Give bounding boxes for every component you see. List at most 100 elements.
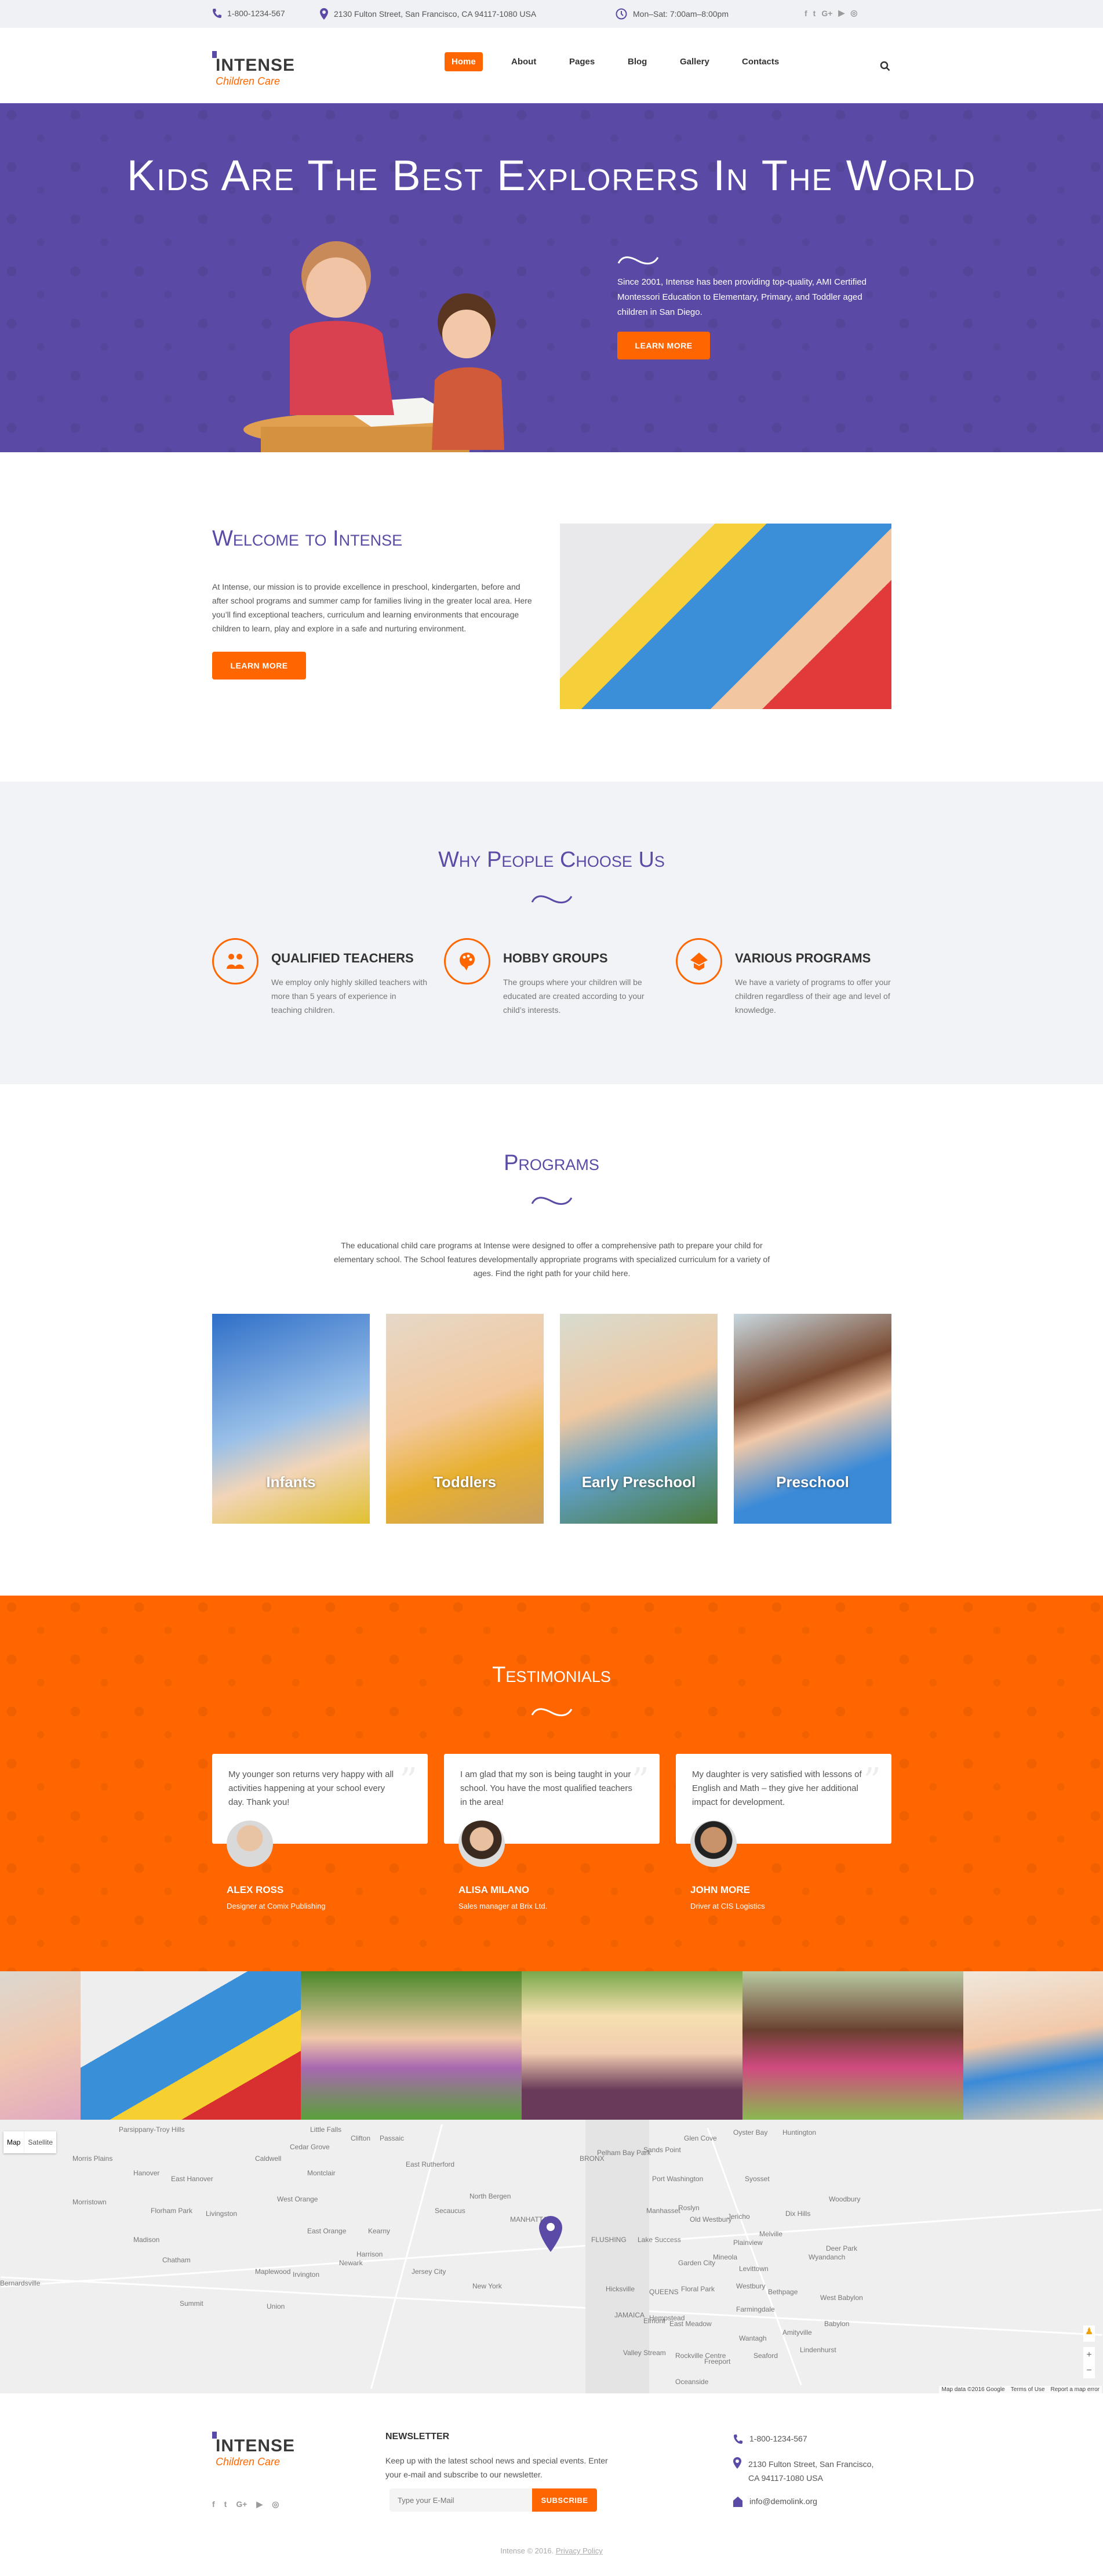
privacy-policy-link[interactable]: Privacy Policy (556, 2546, 603, 2555)
testimonial-name: JOHN MORE (690, 1884, 750, 1895)
map-place-label: New York (472, 2282, 502, 2290)
gallery-photo[interactable] (742, 1971, 963, 2120)
map-type-map[interactable]: Map (3, 2131, 24, 2153)
map[interactable]: Parsippany-Troy Hills Little Falls Clifton… (0, 2120, 1103, 2393)
footer-logo[interactable]: INTENSE Children Care (212, 2432, 295, 2468)
map-type-satellite[interactable]: Satellite (24, 2131, 56, 2153)
topbar-phone: 1-800-1234-567 (212, 8, 285, 19)
map-place-label: Freeport (704, 2357, 731, 2366)
nav-contacts[interactable]: Contacts (742, 57, 779, 67)
footer-social-links: f t G+ ▶ ◎ (212, 2499, 279, 2509)
map-place-label: North Bergen (469, 2192, 511, 2200)
facebook-icon[interactable]: f (805, 9, 807, 18)
program-card-preschool[interactable]: Preschool (734, 1314, 891, 1524)
report-error-link[interactable]: Report a map error (1051, 2386, 1100, 2393)
program-card-early-preschool[interactable]: Early Preschool (560, 1314, 718, 1524)
testimonial-role: Driver at CIS Logistics (690, 1902, 765, 1910)
avatar (690, 1821, 737, 1867)
nav-blog[interactable]: Blog (628, 57, 647, 67)
subscribe-button[interactable]: SUBSCRIBE (532, 2488, 597, 2512)
avatar (227, 1821, 273, 1867)
street-view-pegman-icon[interactable]: ♟ (1083, 2326, 1095, 2342)
testimonial-role: Sales manager at Brix Ltd. (458, 1902, 548, 1910)
hero-section: Kids Are The Best Explorers In The World… (0, 103, 1103, 452)
welcome-learn-more-button[interactable]: LEARN MORE (212, 652, 306, 680)
map-place-label: Montclair (307, 2169, 336, 2177)
zoom-in-button[interactable]: + (1083, 2347, 1095, 2363)
topbar-address: 2130 Fulton Street, San Francisco, CA 94… (320, 8, 536, 20)
map-place-label: Kearny (368, 2227, 391, 2235)
why-title: Why People Choose Us (438, 848, 665, 872)
map-marker-icon[interactable] (539, 2216, 562, 2252)
map-place-label: FLUSHING (591, 2236, 627, 2244)
map-place-label: Newark (339, 2259, 363, 2267)
gallery-photo[interactable] (522, 1971, 742, 2120)
google-plus-icon[interactable]: G+ (236, 2499, 247, 2509)
email-input[interactable] (389, 2488, 532, 2512)
map-place-label: East Hanover (171, 2175, 213, 2183)
logo[interactable]: INTENSE Children Care (212, 51, 295, 88)
welcome-title: Welcome to Intense (212, 526, 403, 551)
map-attribution: Map data ©2016 Google Terms of Use Repor… (939, 2386, 1102, 2393)
program-card-toddlers[interactable]: Toddlers (386, 1314, 544, 1524)
map-place-label: QUEENS (649, 2288, 679, 2296)
map-place-label: Levittown (739, 2265, 769, 2273)
program-card-infants[interactable]: Infants (212, 1314, 370, 1524)
hero-learn-more-button[interactable]: LEARN MORE (617, 332, 710, 359)
map-place-label: Westbury (736, 2282, 766, 2290)
nav-pages[interactable]: Pages (569, 57, 595, 67)
hero-text: Since 2001, Intense has been providing t… (617, 277, 867, 317)
map-place-label: Bernardsville (0, 2279, 41, 2287)
map-place-label: Union (267, 2302, 285, 2310)
map-place-label: East Orange (307, 2227, 347, 2235)
phone-icon (734, 2435, 742, 2444)
email-link[interactable]: info@demolink.org (749, 2497, 817, 2507)
map-place-label: Garden City (678, 2259, 716, 2267)
map-place-label: Jericho (727, 2212, 750, 2221)
youtube-icon[interactable]: ▶ (256, 2499, 263, 2509)
zoom-out-button[interactable]: − (1083, 2363, 1095, 2378)
clock-icon (616, 8, 627, 20)
search-icon[interactable] (880, 61, 890, 71)
footer-phone: 1-800-1234-567 (733, 2434, 807, 2444)
programs-text: The educational child care programs at I… (333, 1241, 770, 1278)
welcome-image (560, 524, 891, 709)
map-place-label: Jersey City (412, 2268, 446, 2276)
phone-link[interactable]: 1-800-1234-567 (227, 9, 285, 18)
phone-link[interactable]: 1-800-1234-567 (749, 2434, 807, 2444)
map-place-label: Clifton (351, 2134, 371, 2142)
nav-gallery[interactable]: Gallery (680, 57, 709, 67)
location-pin-icon (320, 8, 328, 20)
map-place-label: Deer Park (826, 2244, 858, 2252)
twitter-icon[interactable]: t (813, 9, 816, 18)
map-place-label: Plainview (733, 2239, 763, 2247)
gallery-photo[interactable] (963, 1971, 1103, 2120)
gallery-photo[interactable] (0, 1971, 81, 2120)
map-place-label: Wyandanch (809, 2253, 846, 2261)
phone-icon (213, 9, 221, 18)
map-place-label: Cedar Grove (290, 2143, 330, 2151)
instagram-icon[interactable]: ◎ (850, 8, 857, 18)
map-place-label: Hicksville (606, 2285, 635, 2293)
map-place-label: East Rutherford (406, 2160, 455, 2168)
tilde-divider-icon (531, 1197, 573, 1205)
facebook-icon[interactable]: f (212, 2499, 215, 2509)
nav-home[interactable]: Home (445, 52, 483, 71)
social-links: f t G+ ▶ ◎ (805, 8, 857, 18)
map-place-label: Lake Success (638, 2236, 681, 2244)
map-place-label: Huntington (782, 2128, 817, 2137)
gallery-photo[interactable] (81, 1971, 301, 2120)
instagram-icon[interactable]: ◎ (272, 2499, 279, 2509)
twitter-icon[interactable]: t (224, 2499, 227, 2509)
gallery-photo[interactable] (301, 1971, 522, 2120)
map-place-label: Roslyn (678, 2204, 700, 2212)
hero-title: Kids Are The Best Explorers In The World (126, 151, 977, 199)
map-place-label: West Babylon (820, 2294, 863, 2302)
zoom-control: + − (1083, 2347, 1095, 2378)
terms-link[interactable]: Terms of Use (1011, 2386, 1045, 2393)
map-place-label: Summit (180, 2299, 203, 2308)
nav-about[interactable]: About (511, 57, 536, 67)
google-plus-icon[interactable]: G+ (821, 9, 832, 18)
youtube-icon[interactable]: ▶ (838, 8, 844, 18)
map-type-control: Map Satellite (3, 2131, 57, 2153)
